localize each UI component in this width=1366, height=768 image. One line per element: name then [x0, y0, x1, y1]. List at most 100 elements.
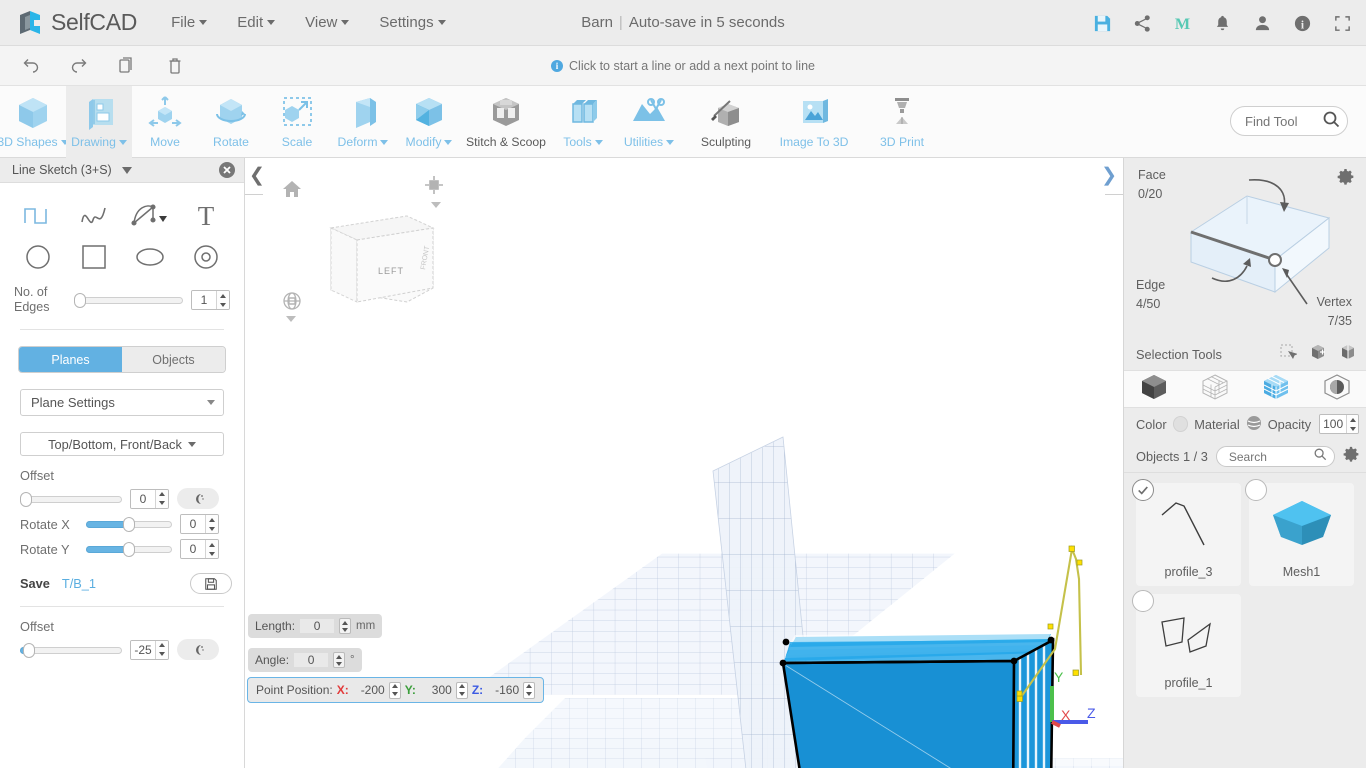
offset-slider[interactable] [20, 491, 122, 507]
edges-input[interactable] [192, 291, 216, 309]
stepper-down[interactable] [390, 690, 400, 698]
point-z-stepper[interactable] [523, 681, 536, 699]
stepper-down[interactable] [217, 300, 229, 309]
tool-deform[interactable]: Deform [330, 86, 396, 158]
magic-m-icon[interactable]: M [1172, 13, 1192, 33]
rotate-x-stepper[interactable] [180, 514, 219, 534]
brand-logo[interactable]: SelfCAD [16, 8, 137, 38]
stepper-down[interactable] [340, 626, 350, 633]
offset-input[interactable] [131, 489, 155, 508]
freehand-curve-icon[interactable] [66, 197, 122, 233]
tool-tools[interactable]: Tools [550, 86, 616, 158]
stepper-arrows[interactable] [216, 291, 229, 309]
point-y-stepper[interactable] [455, 681, 468, 699]
stepper-up[interactable] [340, 619, 350, 626]
tool-rotate[interactable]: Rotate [198, 86, 264, 158]
edges-stepper[interactable] [191, 290, 230, 310]
stepper-up[interactable] [457, 683, 467, 691]
tool-image-to-3d[interactable]: Image To 3D [770, 86, 858, 158]
rotate-y-stepper[interactable] [180, 539, 219, 559]
material-icon[interactable] [1246, 415, 1262, 434]
opacity-input[interactable] [1320, 415, 1347, 433]
tool-sculpting[interactable]: Sculpting [682, 86, 770, 158]
offset2-input[interactable] [131, 640, 155, 659]
rotate-y-input[interactable] [181, 540, 205, 558]
tool-move[interactable]: Move [132, 86, 198, 158]
stepper-up[interactable] [217, 291, 229, 300]
tab-planes[interactable]: Planes [19, 347, 122, 372]
stepper-down[interactable] [156, 650, 168, 659]
stepper-arrows[interactable] [205, 540, 218, 558]
ellipse-icon[interactable] [122, 239, 178, 275]
notifications-bell-icon[interactable] [1212, 13, 1232, 33]
object-card-mesh1[interactable]: Mesh1 [1245, 479, 1354, 586]
object-card-profile-1[interactable]: profile_1 [1132, 590, 1241, 697]
offset-reset-button[interactable] [177, 488, 219, 509]
offset2-reset-button[interactable] [177, 639, 219, 660]
length-stepper[interactable] [339, 618, 352, 634]
object-mode-icon[interactable] [1139, 373, 1169, 406]
tool-modify[interactable]: Modify [396, 86, 462, 158]
edges-slider[interactable] [74, 293, 183, 308]
stepper-down[interactable] [524, 690, 534, 698]
offset-stepper[interactable] [130, 488, 169, 509]
tab-objects[interactable]: Objects [122, 347, 225, 372]
angle-input[interactable] [294, 653, 329, 667]
stepper-up[interactable] [524, 683, 534, 691]
text-icon[interactable]: T [178, 197, 234, 233]
info-icon[interactable]: i [1292, 13, 1312, 33]
tool-drawing[interactable]: Drawing [66, 86, 132, 158]
slider-knob[interactable] [20, 491, 32, 507]
point-x-stepper[interactable] [388, 681, 401, 699]
stepper-down[interactable] [1347, 424, 1358, 433]
user-account-icon[interactable] [1252, 13, 1272, 33]
chevron-down-icon[interactable] [121, 166, 132, 174]
stepper-up[interactable] [156, 490, 168, 499]
tool-utilities[interactable]: Utilities [616, 86, 682, 158]
plane-axis-dropdown[interactable]: Top/Bottom, Front/Back [20, 432, 224, 456]
find-tool-input[interactable] [1245, 113, 1315, 129]
stepper-down[interactable] [206, 524, 218, 533]
stepper-down[interactable] [206, 549, 218, 558]
stepper-down[interactable] [457, 690, 467, 698]
circle-icon[interactable] [10, 239, 66, 275]
offset2-slider[interactable] [20, 642, 122, 658]
point-position-field[interactable]: Point Position: X: Y: Z: [247, 677, 545, 703]
share-icon[interactable] [1132, 13, 1152, 33]
collapse-right-panel-icon[interactable]: ❯ [1101, 164, 1117, 187]
object-select-radio[interactable] [1132, 590, 1154, 612]
polyline-icon[interactable] [10, 197, 66, 233]
point-x-input[interactable] [352, 683, 385, 697]
close-icon[interactable] [218, 161, 236, 179]
object-selected-check-icon[interactable] [1132, 479, 1154, 501]
tool-3d-shapes[interactable]: 3D Shapes [0, 86, 69, 158]
plane-settings-select[interactable]: Plane Settings [20, 389, 224, 416]
save-plane-button[interactable] [190, 573, 232, 594]
objects-search-input[interactable] [1228, 449, 1313, 464]
stepper-arrows[interactable] [1346, 415, 1358, 433]
stepper-up[interactable] [1347, 415, 1358, 424]
stepper-arrows[interactable] [155, 489, 168, 508]
select-all-icon[interactable] [1339, 343, 1357, 366]
slider-knob[interactable] [23, 642, 35, 658]
stepper-up[interactable] [206, 515, 218, 524]
tool-scale[interactable]: Scale [264, 86, 330, 158]
stepper-arrows[interactable] [205, 515, 218, 533]
face-mode-icon[interactable] [1261, 373, 1291, 406]
point-z-input[interactable] [487, 683, 520, 697]
stepper-arrows[interactable] [155, 640, 168, 659]
menu-item-settings[interactable]: Settings [379, 14, 446, 31]
saved-plane-name[interactable]: T/B_1 [62, 576, 96, 591]
select-through-icon[interactable] [1309, 343, 1327, 366]
rotate-y-slider[interactable] [86, 542, 172, 557]
object-card-profile-3[interactable]: profile_3 [1132, 479, 1241, 586]
square-icon[interactable] [66, 239, 122, 275]
bezier-curve-icon[interactable] [122, 197, 178, 233]
stepper-up[interactable] [156, 641, 168, 650]
find-tool-search[interactable] [1230, 106, 1348, 136]
rotate-x-slider[interactable] [86, 517, 172, 532]
slider-knob[interactable] [74, 293, 86, 308]
objects-settings-gear-icon[interactable] [1343, 446, 1359, 467]
3d-viewport[interactable]: ❮ ❯ LEFT FRONT Length: 0 mm Angle: 0 ° P… [245, 158, 1123, 768]
stepper-up[interactable] [206, 540, 218, 549]
